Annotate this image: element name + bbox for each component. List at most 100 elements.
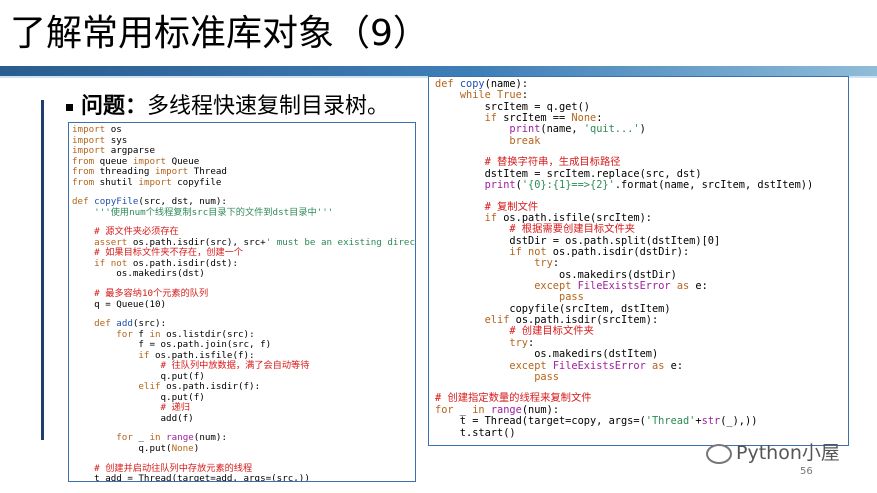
left-accent-rule bbox=[41, 100, 44, 440]
code-token: os.path.isdir(f): bbox=[160, 381, 261, 393]
code-token: : bbox=[521, 89, 529, 102]
code-token: '''使用num个线程复制src目录下的文件到dst目录中''' bbox=[72, 206, 334, 218]
code-token: (num): bbox=[193, 432, 227, 444]
code-token: True bbox=[497, 89, 522, 102]
code-token: from bbox=[72, 155, 95, 167]
code-token: # 如果目标文件夹不存在，创建一个 bbox=[72, 247, 243, 259]
bullet-text: 多线程快速复制目录树。 bbox=[147, 94, 390, 119]
code-token: import bbox=[132, 155, 167, 167]
code-token: import bbox=[72, 145, 106, 156]
code-token: # 源文件夹必须存在 bbox=[72, 226, 179, 238]
code-token: in bbox=[472, 403, 485, 416]
code-token: queue bbox=[94, 155, 133, 167]
code-token: os.makedirs(dst) bbox=[72, 268, 205, 280]
code-token: None bbox=[571, 112, 597, 125]
code-token: # 创建目标文件夹 bbox=[435, 325, 594, 338]
code-token: (num): bbox=[521, 403, 560, 416]
code-token: range bbox=[490, 403, 522, 416]
code-token: while bbox=[459, 89, 491, 102]
code-token: Queue bbox=[166, 155, 200, 167]
code-line: from shutil import copyfile bbox=[72, 176, 412, 189]
code-token: 'quit...' bbox=[583, 123, 640, 136]
code-line: pass bbox=[435, 370, 842, 383]
code-token: os.makedirs(dstItem) bbox=[435, 348, 659, 361]
code-token: ) bbox=[193, 442, 200, 454]
code-token: # 替换字符串，生成目标路径 bbox=[435, 156, 621, 169]
code-token: copyfile(srcItem, dstItem) bbox=[435, 302, 671, 315]
code-token: # 递归 bbox=[72, 402, 190, 414]
code-token: from bbox=[72, 176, 95, 188]
code-token: _ bbox=[132, 432, 150, 444]
code-token: f bbox=[132, 328, 150, 340]
code-line: break bbox=[435, 135, 842, 147]
code-token: try bbox=[509, 336, 529, 349]
code-token: f = os.path.join(src, f) bbox=[72, 339, 272, 351]
bullet-square-icon bbox=[66, 103, 73, 111]
code-token: if not bbox=[94, 257, 128, 269]
code-token: except bbox=[534, 280, 572, 293]
code-token: for bbox=[116, 432, 133, 444]
code-token: def bbox=[72, 196, 89, 208]
code-line: os.makedirs(dst) bbox=[72, 269, 412, 280]
code-token: import bbox=[72, 134, 106, 146]
code-token: add(f) bbox=[72, 412, 194, 424]
code-token: e: bbox=[664, 359, 684, 372]
code-token: pass bbox=[534, 370, 560, 383]
watermark-text: Python小屋 bbox=[736, 442, 840, 464]
code-token: t.start() bbox=[435, 426, 516, 439]
code-token: def bbox=[94, 318, 111, 330]
code-token: None bbox=[171, 442, 194, 454]
code-token: # 往队列中放数据，满了会自动等待 bbox=[72, 360, 310, 372]
code-token: FileExistsError bbox=[577, 280, 671, 293]
code-token: ) bbox=[639, 123, 646, 136]
code-token: pass bbox=[559, 291, 584, 304]
code-token: : bbox=[552, 257, 560, 270]
code-token: 'Thread' bbox=[645, 415, 696, 428]
code-token: t = Thread(target=copy, args=( bbox=[435, 415, 646, 428]
code-token: dstItem = srcItem.replace(src, dst) bbox=[435, 167, 702, 180]
watermark: Python小屋 bbox=[706, 438, 840, 465]
code-token: q.put(f) bbox=[72, 370, 205, 382]
code-token: for bbox=[435, 403, 454, 416]
code-token: dstDir = os.path.split(dstItem)[0] bbox=[435, 234, 721, 247]
code-token: (name, bbox=[540, 123, 584, 136]
code-token: # 创建指定数量的线程来复制文件 bbox=[435, 392, 592, 405]
bullet-label: 问题： bbox=[81, 94, 148, 119]
bullet-question: 问题：多线程快速复制目录树。 bbox=[66, 92, 389, 122]
code-token: # 创建并启动往队列中存放元素的线程 bbox=[72, 462, 253, 474]
code-line: q.put(None) bbox=[72, 442, 412, 455]
code-token: try bbox=[534, 257, 553, 270]
code-token: for bbox=[116, 328, 133, 340]
code-token: (src): bbox=[132, 318, 167, 330]
code-line: print('{0}:{1}==>{2}'.format(name, srcIt… bbox=[435, 179, 842, 191]
code-token: # 根据需要创建目标文件夹 bbox=[435, 223, 636, 236]
code-token: import bbox=[72, 124, 106, 135]
code-token: srcItem = q.get() bbox=[435, 100, 590, 113]
code-block-left: import os import sys import argparse from q… bbox=[68, 122, 416, 482]
code-token: # 最多容纳10个元素的队列 bbox=[72, 288, 209, 300]
slide-title: 了解常用标准库对象（9） bbox=[10, 13, 429, 54]
code-token: shutil bbox=[94, 176, 139, 188]
code-token: ' must be an existing directory.' bbox=[265, 236, 415, 248]
code-token: import bbox=[138, 176, 172, 188]
code-token: add bbox=[116, 318, 133, 330]
code-token: q = Queue(10) bbox=[72, 298, 167, 310]
code-token: print bbox=[509, 123, 541, 136]
code-token: copyFile bbox=[94, 196, 139, 208]
code-token: Thread bbox=[188, 166, 227, 177]
page-number: 56 bbox=[800, 466, 813, 477]
code-token: srcItem == bbox=[497, 112, 572, 125]
wechat-icon bbox=[706, 443, 732, 464]
code-token: os.path.isdir(dst): bbox=[127, 257, 238, 269]
